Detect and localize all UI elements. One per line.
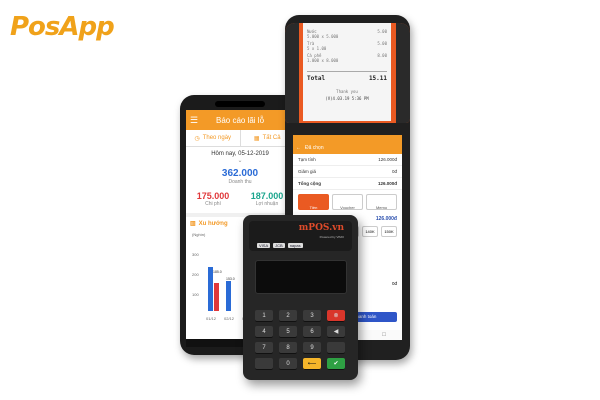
y-tick: 200 [192, 272, 199, 277]
confirm-key[interactable]: ✔ [327, 358, 345, 370]
blank-key[interactable] [255, 358, 273, 370]
discount-label: Giảm giá [298, 169, 317, 174]
total-row: Tổng cộng 126.000đ [293, 178, 402, 190]
keypad: 1 2 3 ⊗ 4 5 6 ◀ 7 8 9 0 ⟵ ✔ [255, 310, 347, 370]
filter-all-label: Tất Cả [262, 135, 281, 141]
card-logo: napas [287, 243, 303, 248]
receipt-item-qty: 5 x 1.00 [307, 46, 327, 51]
blank-key[interactable] [327, 342, 345, 354]
phone-notch [215, 101, 265, 107]
receipt-item-amount: 5.00 [377, 29, 387, 34]
subtotal-row: Tạm tính 126.000đ [293, 154, 402, 166]
memo-method-button[interactable]: Memo [366, 194, 397, 210]
menu-key[interactable]: ◀ [327, 326, 345, 338]
clear-key[interactable]: ⟵ [303, 358, 321, 370]
subtotal-value: 126.000đ [378, 157, 397, 162]
discount-row[interactable]: Giảm giá 0đ [293, 166, 402, 178]
filter-by-day-tab[interactable]: ◷ Theo ngày [186, 130, 240, 146]
cost-bar [214, 283, 219, 311]
receipt-item-qty: 5.000 x 5.000 [307, 34, 339, 39]
reader-display [255, 260, 347, 294]
bar-chart-icon: ▥ [190, 221, 196, 227]
receipt-footer: (V)4.03.19 5:36 PM [325, 96, 369, 101]
key-1[interactable]: 1 [255, 310, 273, 322]
receipt-item-amount: 8.00 [377, 53, 387, 58]
bar-value-label: 153.0 [226, 277, 235, 281]
powered-by-label: Powered by VIMO [319, 235, 344, 239]
discount-value: 0đ [391, 169, 397, 174]
card-logo: VISA [257, 243, 271, 248]
receipt-total-value: 15.11 [368, 75, 387, 82]
y-tick: 100 [192, 292, 199, 297]
cash-method-button[interactable]: Tiền [298, 194, 329, 210]
card-logo: JCB [273, 243, 285, 248]
chevron-down-icon[interactable]: ⌄ [186, 157, 294, 164]
pos-header-title: Đã chọn [305, 144, 324, 151]
cancel-key[interactable]: ⊗ [327, 310, 345, 322]
reader-top-panel: mPOS.vn Powered by VIMO VISA JCB napas [249, 221, 352, 251]
store-icon: ▦ [253, 135, 260, 142]
report-header: ☰ Báo cáo lãi lỗ [186, 110, 294, 130]
payment-methods: Tiền Voucher Memo [293, 190, 402, 214]
bar-value-label: 185.0 [213, 270, 222, 274]
revenue-value: 362.000 [221, 168, 259, 179]
printer-cap-left [285, 23, 299, 123]
key-0[interactable]: 0 [279, 358, 297, 370]
cost-kpi: 175.000 Chi phí [186, 191, 240, 207]
subtotal-label: Tạm tính [298, 157, 316, 162]
key-5[interactable]: 5 [279, 326, 297, 338]
quick-cash-button[interactable]: 140K [362, 226, 378, 237]
key-4[interactable]: 4 [255, 326, 273, 338]
hamburger-menu-icon[interactable]: ☰ [190, 115, 198, 126]
clock-icon: ◷ [194, 135, 200, 142]
receipt-item-amount: 5.00 [377, 41, 387, 46]
quick-cash-button[interactable]: 150K [381, 226, 397, 237]
voucher-method-button[interactable]: Voucher [332, 194, 363, 210]
printed-receipt: Nước 5.00 5.000 x 5.000 Trà 5.00 5 x 1.0… [303, 23, 391, 121]
key-8[interactable]: 8 [279, 342, 297, 354]
cost-value: 175.000 [196, 191, 230, 201]
cost-label: Chi phí [205, 201, 221, 207]
x-axis-label: 02/12 [224, 316, 235, 321]
key-7[interactable]: 7 [255, 342, 273, 354]
posapp-logo: PosApp [10, 12, 115, 42]
revenue-bar [226, 281, 231, 311]
printer-cap-right [396, 23, 410, 123]
receipt-thanks: Thank you [336, 89, 358, 94]
x-axis-label: 01/12 [206, 316, 217, 321]
key-2[interactable]: 2 [279, 310, 297, 322]
nav-recents-icon[interactable]: □ [382, 332, 386, 338]
key-9[interactable]: 9 [303, 342, 321, 354]
trend-title: Xu hướng [198, 220, 228, 227]
report-filter-tabs: ◷ Theo ngày ▦ Tất Cả [186, 130, 294, 147]
receipt-total: Total 15.11 [307, 71, 387, 82]
mpos-brand: mPOS.vn [298, 223, 344, 233]
accepted-cards: VISA JCB napas [257, 243, 303, 248]
pos-app-header: ← Đã chọn [293, 141, 402, 154]
printer-head: Nước 5.00 5.000 x 5.000 Trà 5.00 5 x 1.0… [285, 23, 410, 123]
receipt-total-label: Total [307, 75, 326, 82]
report-title: Báo cáo lãi lỗ [215, 115, 265, 125]
key-3[interactable]: 3 [303, 310, 321, 322]
chart-unit: (Nghìn) [192, 232, 206, 237]
key-6[interactable]: 6 [303, 326, 321, 338]
kpi-row: 175.000 Chi phí 187.000 Lợi nhuận [186, 191, 294, 207]
filter-by-day-label: Theo ngày [202, 135, 232, 141]
total-label: Tổng cộng [298, 181, 321, 186]
back-arrow-icon[interactable]: ← [296, 145, 301, 151]
y-tick: 300 [192, 252, 199, 257]
receipt-item-qty: 1.000 x 8.000 [307, 58, 339, 63]
revenue-label: Doanh thu [228, 179, 252, 185]
total-value: 126.000đ [377, 181, 397, 186]
mpos-card-reader: mPOS.vn Powered by VIMO VISA JCB napas 1… [243, 215, 358, 380]
